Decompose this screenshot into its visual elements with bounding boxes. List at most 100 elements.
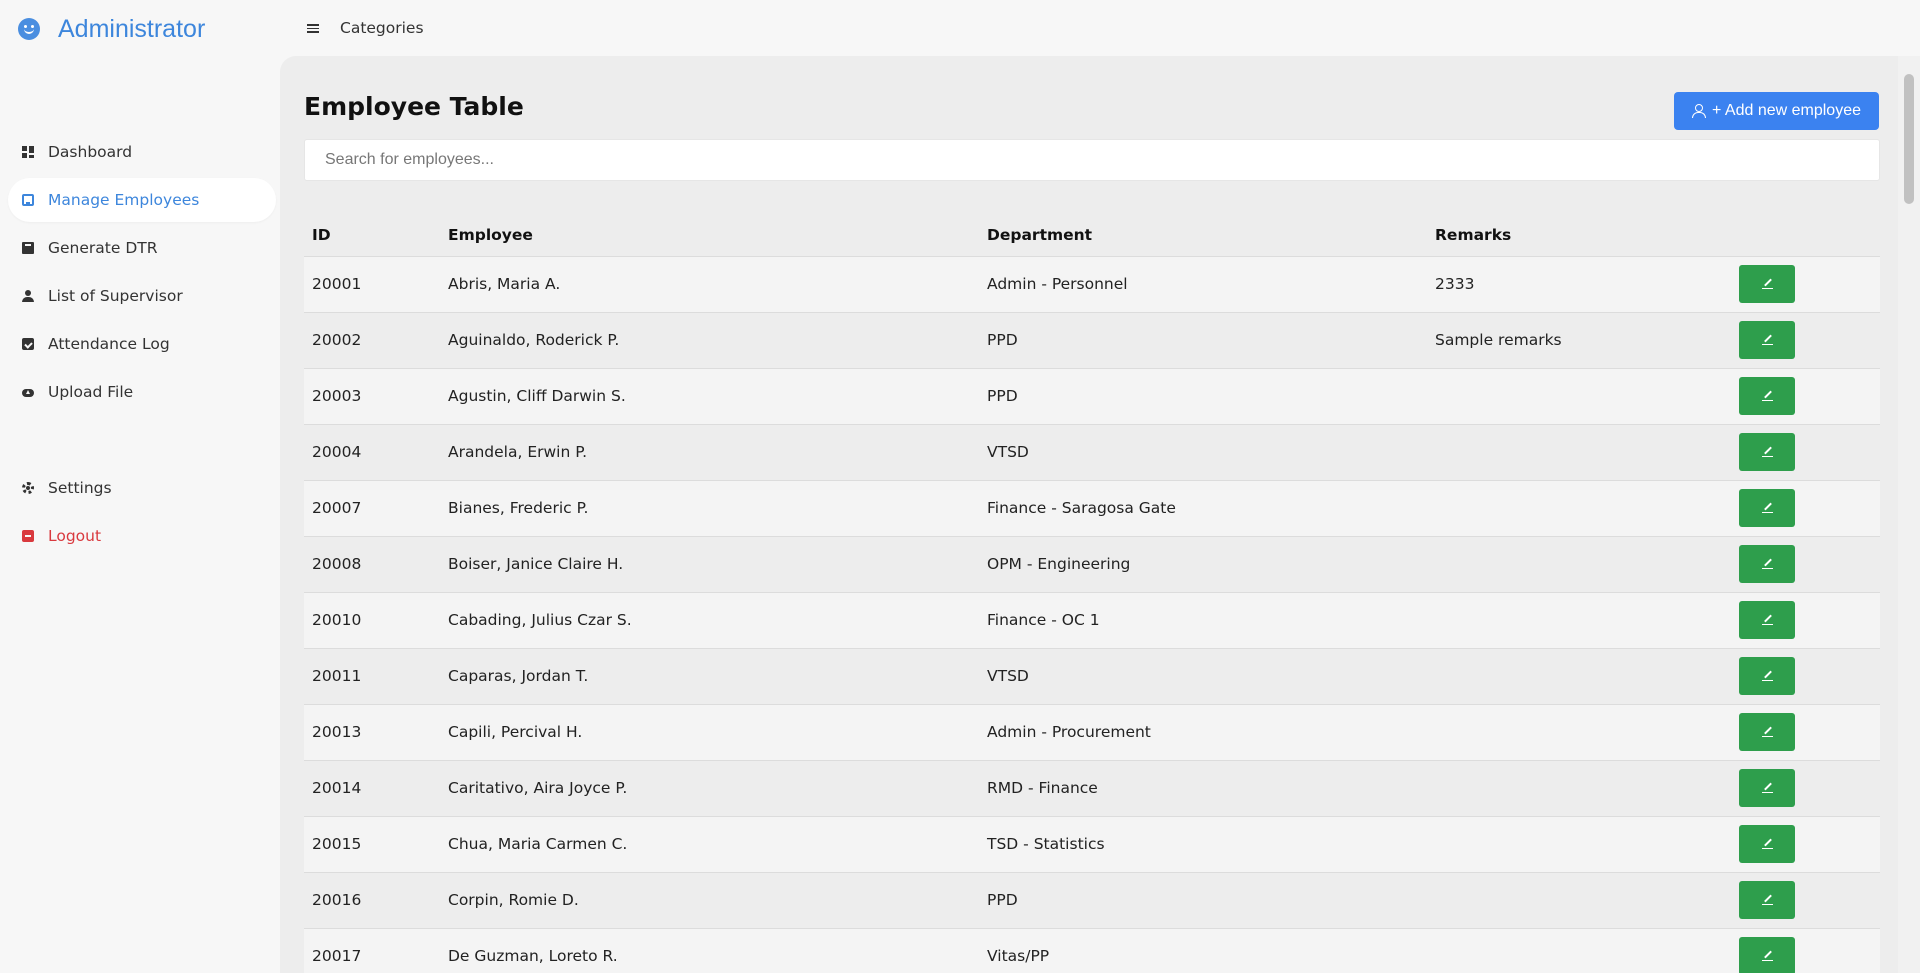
edit-button[interactable] — [1739, 545, 1795, 583]
cell-id: 20007 — [304, 480, 440, 537]
cloud-upload-icon — [22, 386, 34, 398]
table-row: 20016 Corpin, Romie D. PPD — [304, 872, 1880, 929]
cell-employee: Caparas, Jordan T. — [440, 648, 979, 705]
add-user-icon — [1692, 104, 1708, 118]
cell-id: 20016 — [304, 872, 440, 929]
brand[interactable]: Administrator — [18, 14, 205, 44]
calendar-check-icon — [22, 338, 34, 350]
pencil-icon — [1761, 503, 1773, 514]
edit-button[interactable] — [1739, 265, 1795, 303]
edit-button[interactable] — [1739, 489, 1795, 527]
pencil-icon — [1761, 727, 1773, 738]
cell-actions — [1731, 480, 1880, 537]
cell-employee: Arandela, Erwin P. — [440, 424, 979, 481]
pencil-icon — [1761, 391, 1773, 402]
pencil-icon — [1761, 279, 1773, 290]
cell-department: RMD - Finance — [979, 760, 1427, 817]
sidebar-item-settings[interactable]: Settings — [8, 466, 276, 510]
edit-button[interactable] — [1739, 881, 1795, 919]
edit-button[interactable] — [1739, 937, 1795, 973]
gear-icon — [22, 482, 34, 494]
cell-id: 20010 — [304, 592, 440, 649]
edit-button[interactable] — [1739, 601, 1795, 639]
cell-remarks — [1427, 648, 1731, 705]
table-row: 20004 Arandela, Erwin P. VTSD — [304, 424, 1880, 481]
sidebar-item-label: Settings — [48, 479, 112, 497]
sidebar-item-label: Generate DTR — [48, 239, 158, 257]
brand-title: Administrator — [58, 14, 206, 43]
pencil-icon — [1761, 335, 1773, 346]
table-row: 20017 De Guzman, Loreto R. Vitas/PP — [304, 928, 1880, 973]
table-row: 20001 Abris, Maria A. Admin - Personnel 233… — [304, 256, 1880, 313]
edit-button[interactable] — [1739, 657, 1795, 695]
cell-id: 20001 — [304, 256, 440, 313]
edit-button[interactable] — [1739, 321, 1795, 359]
cell-employee: Boiser, Janice Claire H. — [440, 536, 979, 593]
cell-employee: Aguinaldo, Roderick P. — [440, 312, 979, 369]
cell-department: Admin - Personnel — [979, 256, 1427, 313]
sidebar-item-label: Dashboard — [48, 143, 133, 161]
page-title: Employee Table — [304, 92, 524, 121]
cell-actions — [1731, 760, 1880, 817]
cell-actions — [1731, 648, 1880, 705]
sidebar-item-generate-dtr[interactable]: Generate DTR — [8, 226, 276, 270]
hamburger-icon[interactable] — [307, 23, 319, 33]
scrollbar[interactable] — [1898, 56, 1920, 973]
cell-department: Finance - Saragosa Gate — [979, 480, 1427, 537]
sidebar-item-manage-employees[interactable]: Manage Employees — [8, 178, 276, 222]
cell-remarks — [1427, 760, 1731, 817]
manage-employees-icon — [22, 194, 34, 206]
sidebar-item-upload-file[interactable]: Upload File — [8, 370, 276, 414]
logout-icon — [22, 530, 34, 542]
edit-button[interactable] — [1739, 713, 1795, 751]
cell-id: 20004 — [304, 424, 440, 481]
search-input[interactable] — [304, 139, 1880, 181]
sidebar-nav: Dashboard Manage Employees Generate DTR … — [8, 130, 276, 562]
sidebar-item-attendance-log[interactable]: Attendance Log — [8, 322, 276, 366]
topbar: Categories — [280, 0, 1920, 56]
pencil-icon — [1761, 447, 1773, 458]
table-row: 20011 Caparas, Jordan T. VTSD — [304, 648, 1880, 705]
table-row: 20015 Chua, Maria Carmen C. TSD - Statisti… — [304, 816, 1880, 873]
topbar-title: Categories — [340, 19, 424, 37]
cell-id: 20003 — [304, 368, 440, 425]
cell-remarks — [1427, 480, 1731, 537]
cell-department: OPM - Engineering — [979, 536, 1427, 593]
column-header-actions — [1731, 214, 1880, 257]
sidebar-item-label: Attendance Log — [48, 335, 170, 353]
user-icon — [22, 290, 34, 302]
cell-actions — [1731, 368, 1880, 425]
cell-department: Admin - Procurement — [979, 704, 1427, 761]
book-icon — [22, 242, 34, 254]
edit-button[interactable] — [1739, 377, 1795, 415]
cell-employee: Corpin, Romie D. — [440, 872, 979, 929]
edit-button[interactable] — [1739, 433, 1795, 471]
sidebar-item-dashboard[interactable]: Dashboard — [8, 130, 276, 174]
cell-remarks — [1427, 816, 1731, 873]
pencil-icon — [1761, 783, 1773, 794]
cell-id: 20014 — [304, 760, 440, 817]
sidebar-item-logout[interactable]: Logout — [8, 514, 276, 558]
cell-id: 20013 — [304, 704, 440, 761]
add-employee-label: + Add new employee — [1712, 102, 1861, 119]
cell-department: VTSD — [979, 648, 1427, 705]
cell-remarks — [1427, 368, 1731, 425]
cell-id: 20002 — [304, 312, 440, 369]
edit-button[interactable] — [1739, 825, 1795, 863]
pencil-icon — [1761, 671, 1773, 682]
table-row: 20013 Capili, Percival H. Admin - Procurem… — [304, 704, 1880, 761]
table-header-row: ID Employee Department Remarks — [304, 214, 1880, 257]
cell-employee: Capili, Percival H. — [440, 704, 979, 761]
scrollbar-thumb[interactable] — [1904, 74, 1914, 204]
main-panel: Employee Table + Add new employee ID Emp… — [280, 56, 1898, 973]
sidebar-item-label: Manage Employees — [48, 191, 200, 209]
cell-actions — [1731, 312, 1880, 369]
cell-employee: Chua, Maria Carmen C. — [440, 816, 979, 873]
cell-remarks — [1427, 928, 1731, 973]
edit-button[interactable] — [1739, 769, 1795, 807]
cell-remarks — [1427, 704, 1731, 761]
add-employee-button[interactable]: + Add new employee — [1674, 92, 1879, 130]
cell-remarks — [1427, 872, 1731, 929]
sidebar-item-list-of-supervisor[interactable]: List of Supervisor — [8, 274, 276, 318]
